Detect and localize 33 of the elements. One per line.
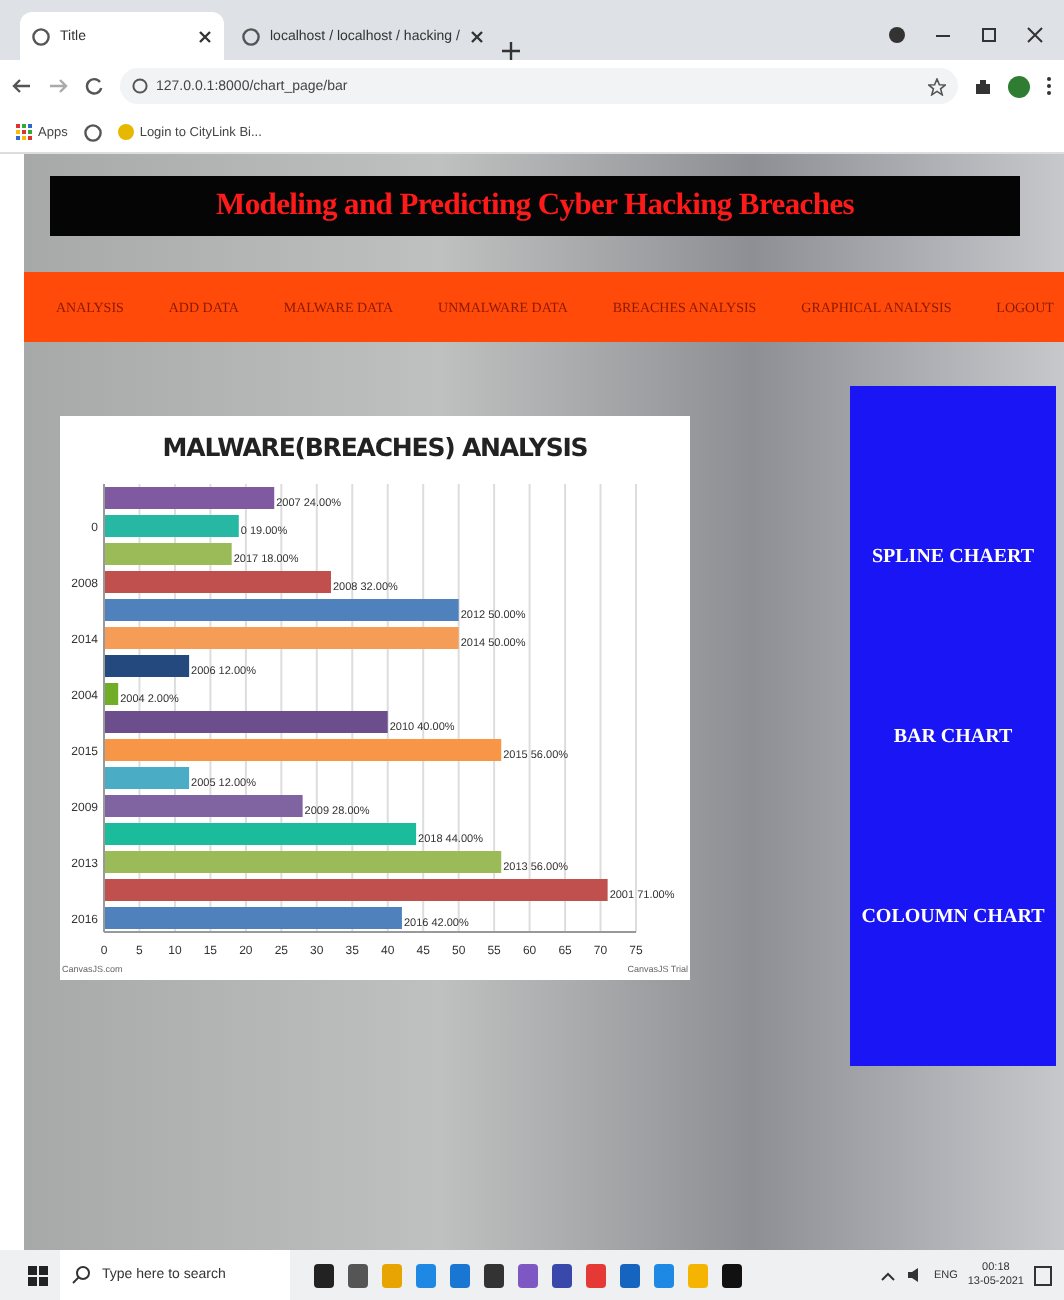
search-icon	[72, 1266, 90, 1284]
bar	[104, 515, 239, 537]
record-icon[interactable]	[888, 26, 906, 44]
bar	[104, 543, 232, 565]
star-icon[interactable]	[928, 77, 946, 95]
close-icon[interactable]	[198, 29, 212, 43]
grid-icon	[16, 124, 32, 140]
windows-icon[interactable]	[28, 1265, 48, 1285]
bar	[104, 655, 190, 677]
taskbar-app-icon[interactable]	[484, 1263, 504, 1287]
notification-icon[interactable]	[1034, 1265, 1052, 1285]
more-icon[interactable]	[1046, 76, 1052, 96]
close-icon[interactable]	[1026, 26, 1044, 44]
new-tab-icon[interactable]	[501, 42, 520, 60]
chart-title: MALWARE(BREACHES) ANALYSIS	[162, 432, 588, 462]
side-menu-link[interactable]: BAR CHART	[893, 725, 1013, 747]
taskbar-app-icon[interactable]	[722, 1263, 742, 1287]
chevron-up-icon[interactable]	[879, 1269, 896, 1281]
side-menu-link[interactable]: SPLINE CHAERT	[871, 545, 1035, 567]
maximize-icon[interactable]	[980, 26, 998, 44]
side-menu-link[interactable]: COLOUMN CHART	[861, 905, 1045, 927]
taskbar-app-icon[interactable]	[348, 1263, 368, 1287]
close-icon[interactable]	[469, 29, 484, 43]
taskbar-app-icon[interactable]	[552, 1263, 572, 1287]
bar	[104, 767, 190, 789]
page-title: Modeling and Predicting Cyber Hacking Breaches	[215, 188, 855, 224]
info-icon	[132, 78, 148, 94]
avatar-icon[interactable]	[1008, 75, 1030, 97]
taskbar-app-icon[interactable]	[314, 1263, 334, 1287]
speaker-icon[interactable]	[905, 1266, 924, 1284]
reload-icon[interactable]	[84, 76, 104, 96]
bookmark-icon	[117, 124, 134, 140]
back-arrow-icon[interactable]	[12, 76, 32, 96]
